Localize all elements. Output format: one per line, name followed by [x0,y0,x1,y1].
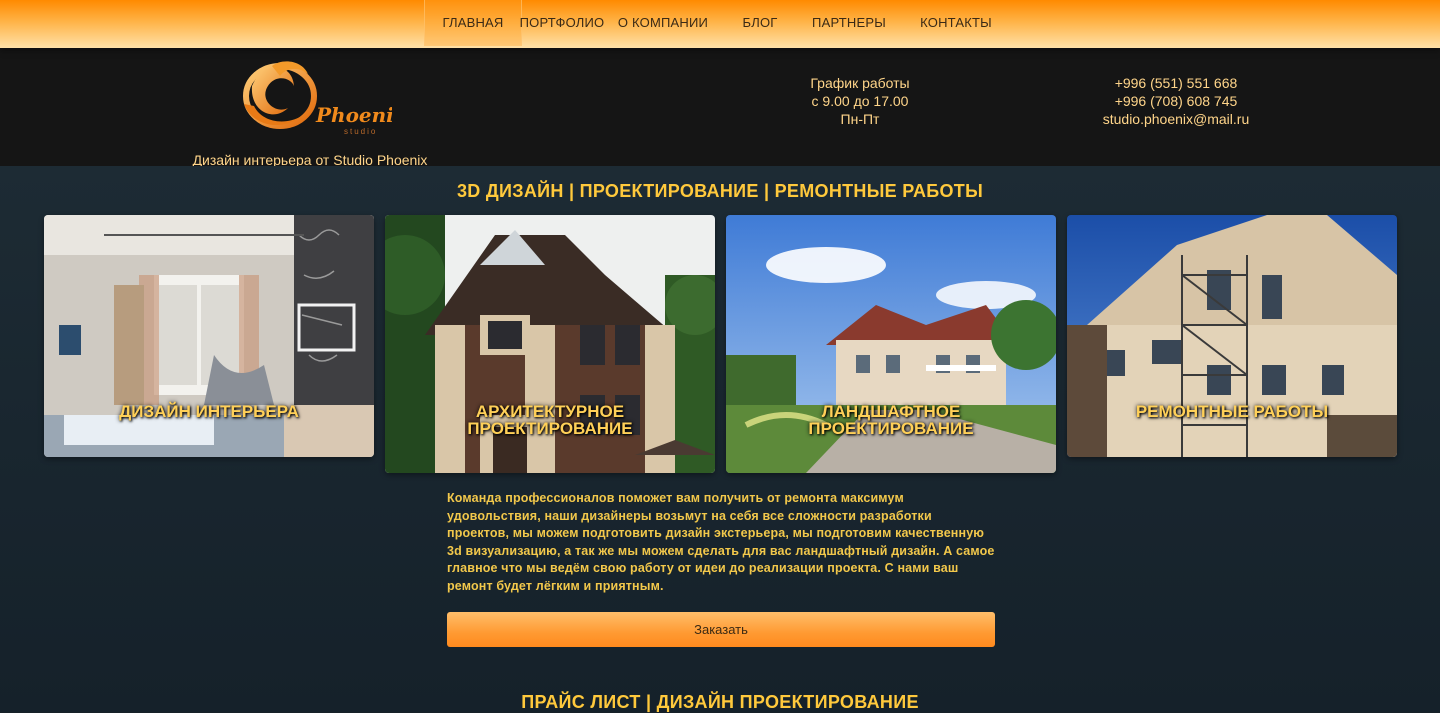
phoenix-logo-icon: Phoenix studio [243,61,407,136]
work-schedule: График работы с 9.00 до 17.00 Пн-Пт [760,74,960,128]
nav-item-home[interactable]: Главная [424,0,522,46]
nav-item-about[interactable]: О компании [614,0,712,46]
schedule-hours: с 9.00 до 17.00 [811,93,909,109]
card-label-architecture-line2: проектирование [467,419,633,438]
contact-info: +996 (551) 551 668 +996 (708) 608 745 st… [1060,74,1292,128]
card-architecture[interactable]: Архитектурное проектирование [385,215,715,473]
schedule-title: График работы [810,75,910,91]
company-description: Команда профессионалов поможет вам получ… [447,491,995,593]
schedule-days: Пн-Пт [840,111,880,127]
nav-item-contacts[interactable]: Контакты [914,0,998,46]
top-navigation: Главная Портфолио О компании Блог Партне… [0,0,1440,48]
card-label-landscape-line2: проектирование [808,419,974,438]
price-list-title: ПРАЙС ЛИСТ | ДИЗАЙН ПРОЕКТИРОВАНИЕ [521,692,919,712]
card-label-interior: Дизайн интерьера [119,402,299,421]
nav-item-portfolio[interactable]: Портфолио [518,0,606,46]
card-label-architecture-line1: Архитектурное [475,402,625,421]
email-link[interactable]: studio.phoenix@mail.ru [1060,110,1292,128]
card-landscape[interactable]: Ландшафтное проектирование [726,215,1056,473]
phoenix-logo[interactable]: Phoenix studio [232,56,407,138]
card-label-architecture: Архитектурное проектирование [385,403,715,437]
svg-text:Phoenix: Phoenix [315,103,392,127]
card-label-renovation: Ремонтные работы [1135,402,1329,421]
card-renovation[interactable]: Ремонтные работы [1067,215,1397,457]
phone-1[interactable]: +996 (551) 551 668 [1060,74,1292,92]
card-interior-design[interactable]: Дизайн интерьера [44,215,374,457]
svg-text:studio: studio [344,127,377,136]
phone-2[interactable]: +996 (708) 608 745 [1060,92,1292,110]
services-title: 3D ДИЗАЙН | ПРОЕКТИРОВАНИЕ | РЕМОНТНЫЕ Р… [456,181,984,201]
card-label-landscape-line1: Ландшафтное [821,402,961,421]
card-label-landscape: Ландшафтное проектирование [726,403,1056,437]
order-button[interactable]: Заказать [447,612,995,647]
nav-item-blog[interactable]: Блог [730,0,790,46]
nav-item-partners[interactable]: Партнеры [806,0,892,46]
